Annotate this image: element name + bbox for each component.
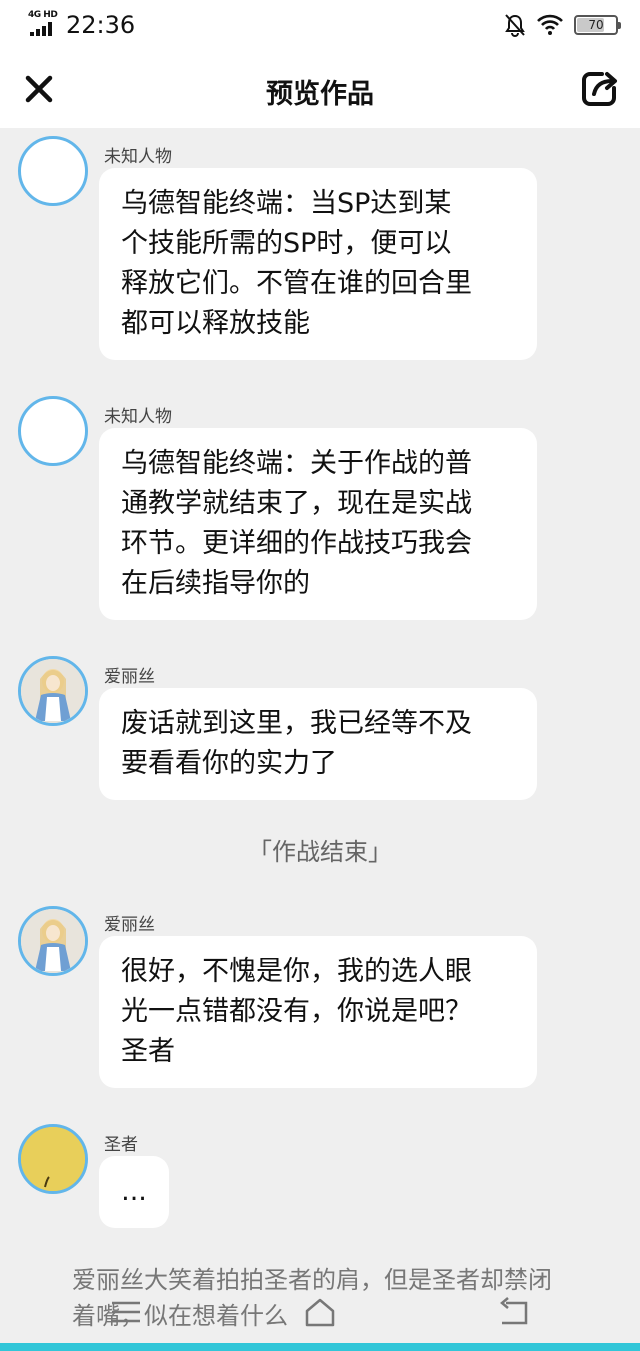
- status-bar: 4G HD 22:36 70: [0, 0, 640, 52]
- message-bubble: 废话就到这里，我已经等不及 要看看你的实力了: [99, 688, 537, 800]
- avatar-character[interactable]: [18, 906, 88, 976]
- network-type: 4G HD: [28, 10, 58, 20]
- battery-level-text: 70: [588, 18, 604, 32]
- speaker-name: 爱丽丝: [104, 667, 155, 687]
- yellow-avatar-icon: [21, 1127, 85, 1191]
- avatar-blank[interactable]: [18, 396, 88, 466]
- status-time: 22:36: [66, 11, 136, 39]
- speaker-name: 圣者: [104, 1135, 138, 1155]
- header-bar: 预览作品: [0, 52, 640, 128]
- avatar-yellow[interactable]: [18, 1124, 88, 1194]
- character-portrait-icon: [21, 659, 85, 723]
- signal-indicator: 4G HD: [28, 10, 58, 36]
- message-bubble: 乌德智能终端：关于作战的普 通教学就结束了，现在是实战 环节。更详细的作战技巧我…: [99, 428, 537, 620]
- share-icon[interactable]: [580, 68, 620, 108]
- speaker-name: 未知人物: [104, 147, 172, 167]
- avatar-blank[interactable]: [18, 136, 88, 206]
- wifi-icon: [537, 14, 563, 35]
- home-icon[interactable]: [302, 1295, 338, 1329]
- story-preview-feed[interactable]: 未知人物 乌德智能终端：当SP达到某 个技能所需的SP时，便可以 释放它们。不管…: [0, 128, 640, 1343]
- character-portrait-icon: [21, 909, 85, 973]
- message-bubble: 很好，不愧是你，我的选人眼 光一点错都没有，你说是吧？ 圣者: [99, 936, 537, 1088]
- message-bubble: ...: [99, 1156, 169, 1228]
- avatar-character[interactable]: [18, 656, 88, 726]
- scene-divider: 「作战结束」: [248, 838, 392, 866]
- battery-indicator: 70: [574, 15, 621, 35]
- signal-bars-icon: [30, 22, 52, 36]
- mute-bell-icon: [505, 14, 525, 37]
- back-icon[interactable]: [496, 1295, 532, 1329]
- speaker-name: 爱丽丝: [104, 915, 155, 935]
- message-bubble: 乌德智能终端：当SP达到某 个技能所需的SP时，便可以 释放它们。不管在谁的回合…: [99, 168, 537, 360]
- page-title: 预览作品: [266, 79, 374, 110]
- menu-icon[interactable]: [108, 1295, 144, 1329]
- bottom-accent-strip: [0, 1343, 640, 1351]
- speaker-name: 未知人物: [104, 407, 172, 427]
